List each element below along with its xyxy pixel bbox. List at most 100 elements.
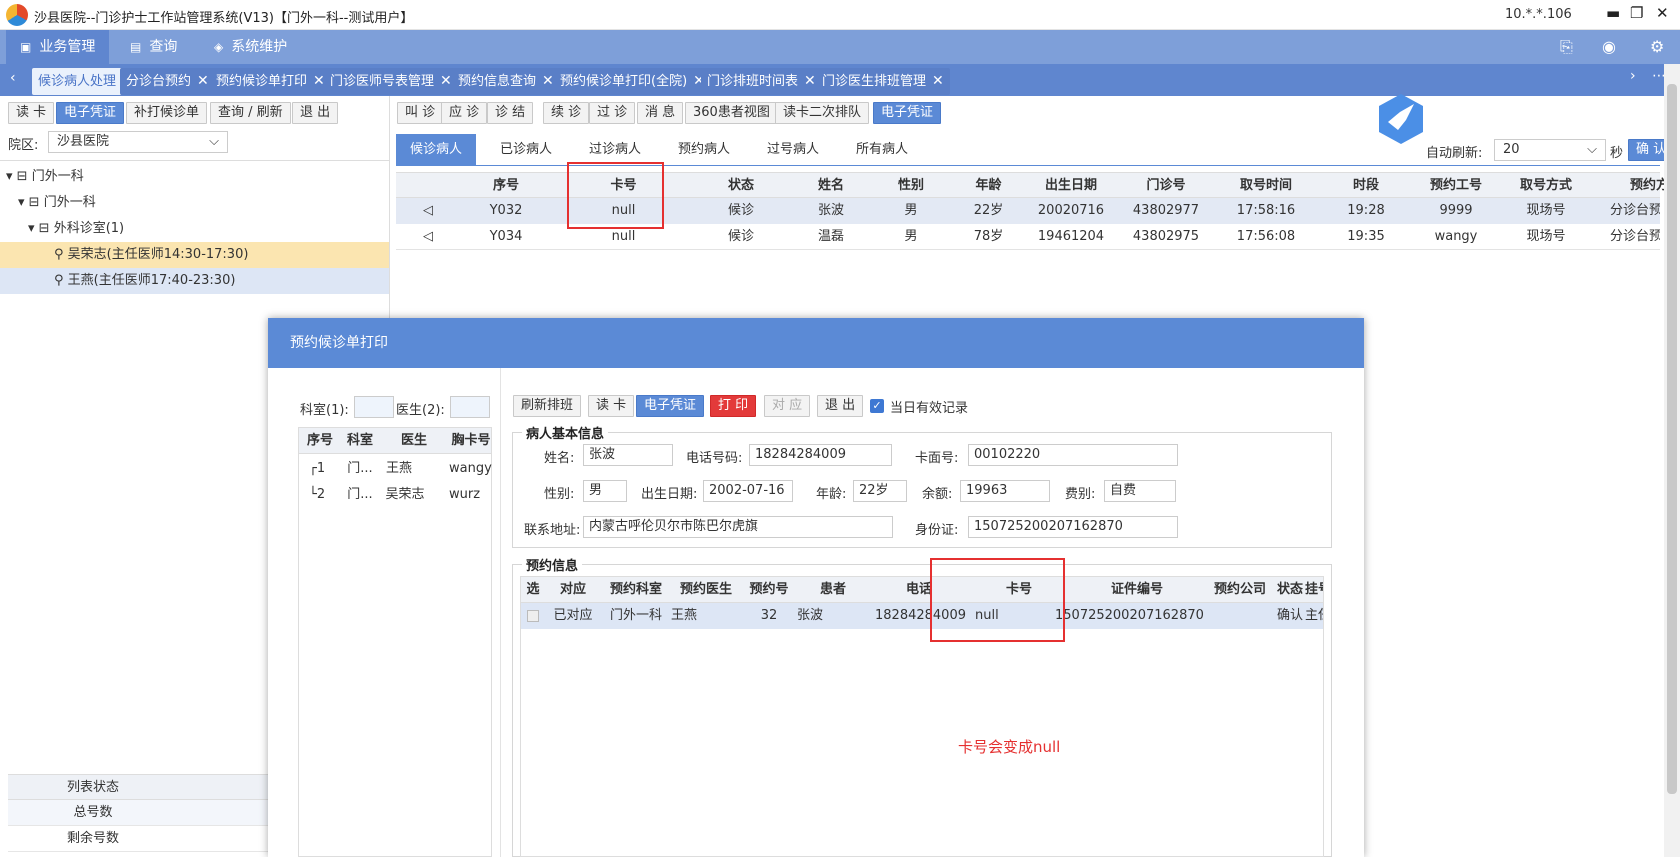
balance-field[interactable]: 19963: [960, 480, 1050, 502]
tab-appt-print-all[interactable]: 预约候诊单打印(全院) ✕: [554, 68, 711, 95]
menu-query[interactable]: ▤ 查询: [116, 30, 191, 64]
tree-node-doctor-2[interactable]: ⚲ 王燕(主任医师17:40-23:30): [0, 268, 389, 294]
exit-button[interactable]: 退 出: [292, 102, 339, 124]
patient-360-button[interactable]: 360患者视图: [685, 102, 778, 124]
birth-label: 出生日期:: [641, 487, 698, 502]
tab-waiting[interactable]: 候诊病人: [396, 134, 477, 165]
tab-expired[interactable]: 过号病人: [753, 134, 833, 165]
header-cell: 预约工号: [1429, 178, 1482, 193]
menu-system[interactable]: ◈ 系统维护: [200, 30, 301, 64]
speaker-icon[interactable]: ◁: [418, 198, 438, 224]
checkbox-box[interactable]: [527, 609, 539, 622]
business-icon: ▣: [20, 40, 32, 54]
close-icon[interactable]: ✕: [932, 73, 944, 89]
tab-appt-query[interactable]: 预约信息查询 ✕: [452, 68, 560, 95]
header-cell: 时段: [1352, 178, 1379, 193]
tab-seen[interactable]: 已诊病人: [486, 134, 566, 165]
speaker-icon[interactable]: ◁: [418, 224, 438, 249]
call-button[interactable]: 叫 诊: [397, 102, 444, 124]
tab-scroll-left-icon[interactable]: ‹: [10, 70, 16, 86]
header-cell: 预约科室: [609, 582, 662, 597]
tab-shift-timetable[interactable]: 门诊排班时间表 ✕: [701, 68, 822, 95]
gear-icon[interactable]: ⚙: [1650, 37, 1664, 56]
birth-field[interactable]: 2002-07-16: [703, 480, 793, 502]
name-field[interactable]: 张波: [583, 444, 673, 466]
refresh-schedule-button[interactable]: 刷新排班: [513, 395, 582, 417]
tab-appt-print[interactable]: 预约候诊单打印 ✕: [210, 68, 331, 95]
exit-button[interactable]: 退 出: [817, 395, 864, 417]
requeue-button[interactable]: 读卡二次排队: [775, 102, 870, 124]
query-refresh-button[interactable]: 查询 / 刷新: [210, 102, 291, 124]
close-icon[interactable]: ✕: [542, 73, 554, 89]
e-voucher-button[interactable]: 电子凭证: [636, 395, 705, 417]
close-icon[interactable]: ✕: [804, 73, 816, 89]
hospital-logo-icon: [6, 4, 28, 26]
header-cell: 预约号: [749, 582, 789, 597]
close-icon[interactable]: ✕: [197, 73, 209, 89]
accept-button[interactable]: 应 诊: [441, 102, 488, 124]
close-icon[interactable]: ✕: [313, 73, 325, 89]
card-face-label: 卡面号:: [915, 451, 959, 466]
query-icon: ▤: [130, 40, 142, 54]
continue-button[interactable]: 续 诊: [543, 102, 590, 124]
close-icon[interactable]: ✕: [440, 73, 452, 89]
menu-business[interactable]: ▣ 业务管理: [6, 30, 110, 64]
fee-type-field[interactable]: 自费: [1104, 480, 1176, 502]
message-button[interactable]: 消 息: [637, 102, 684, 124]
valid-today-checkbox[interactable]: ✓: [870, 399, 884, 413]
list-item[interactable]: └2 门... 吴荣志 wurz: [299, 482, 491, 508]
restore-icon[interactable]: ❐: [1630, 4, 1643, 22]
card-face-field[interactable]: 00102220: [968, 444, 1178, 466]
age-field[interactable]: 22岁: [853, 480, 907, 502]
refresh-interval-select[interactable]: 20 ⌵: [1494, 139, 1606, 161]
tab-passed[interactable]: 过诊病人: [575, 134, 655, 165]
eye-icon[interactable]: ◉: [1602, 37, 1616, 56]
annotation-text: 卡号会变成null: [958, 738, 1061, 756]
row-cell: 19:28: [1347, 203, 1385, 218]
document-icon[interactable]: ⎘: [1560, 37, 1573, 57]
phone-field[interactable]: 18284284009: [749, 444, 892, 466]
doctor-input[interactable]: [450, 396, 490, 418]
tab-shift-management[interactable]: 门诊医生排班管理 ✕: [816, 68, 950, 95]
tab-scroll-right-icon[interactable]: ›: [1630, 68, 1636, 84]
reprint-waiting-button[interactable]: 补打候诊单: [126, 102, 208, 124]
gender-field[interactable]: 男: [583, 480, 627, 502]
collapse-icon[interactable]: ▾ ⊟: [18, 195, 44, 210]
tree-node-doctor-1[interactable]: ⚲ 吴荣志(主任医师14:30-17:30): [0, 242, 389, 268]
tree-label: 门外一科: [31, 169, 84, 184]
tree-branch: ┌1: [309, 461, 326, 476]
dept-input[interactable]: [354, 396, 394, 418]
tab-triage-appointment[interactable]: 分诊台预约 ✕: [120, 68, 215, 95]
e-voucher-button[interactable]: 电子凭证: [56, 102, 125, 124]
finish-button[interactable]: 诊 结: [487, 102, 534, 124]
scrollbar[interactable]: [1664, 64, 1680, 857]
tab-all[interactable]: 所有病人: [842, 134, 922, 165]
tab-appointment[interactable]: 预约病人: [664, 134, 744, 165]
confirm-button[interactable]: 确 认: [1628, 139, 1668, 161]
table-row[interactable]: 已对应 门外一科 王燕 32 张波 18284284009 null 15072…: [521, 603, 1323, 629]
scrollbar-thumb[interactable]: [1667, 84, 1677, 794]
e-voucher-button[interactable]: 电子凭证: [873, 102, 942, 124]
tree-node-subdept[interactable]: ▾ ⊟ 门外一科: [0, 190, 389, 216]
match-button[interactable]: 对 应: [764, 395, 811, 417]
row-cell: [1205, 603, 1275, 629]
close-icon[interactable]: ✕: [1656, 4, 1669, 22]
collapse-icon[interactable]: ▾ ⊟: [6, 169, 32, 184]
pass-button[interactable]: 过 诊: [589, 102, 636, 124]
tree-node-room[interactable]: ▾ ⊟ 外科诊室(1): [0, 216, 389, 242]
address-field[interactable]: 内蒙古呼伦贝尔市陈巴尔虎旗: [583, 516, 893, 538]
read-card-button[interactable]: 读 卡: [588, 395, 635, 417]
list-item[interactable]: ┌1 门... 王燕 wangy: [299, 456, 492, 482]
print-button[interactable]: 打 印: [710, 395, 757, 417]
tree-node-dept[interactable]: ▾ ⊟ 门外一科: [0, 164, 389, 190]
collapse-icon[interactable]: ▾ ⊟: [28, 221, 54, 236]
row-cell: 候诊: [727, 229, 754, 244]
tab-doctor-schedule[interactable]: 门诊医师号表管理 ✕: [324, 68, 458, 95]
id-card-field[interactable]: 150725200207162870: [968, 516, 1178, 538]
read-card-button[interactable]: 读 卡: [8, 102, 55, 124]
minimize-icon[interactable]: ▬: [1606, 4, 1620, 22]
campus-select[interactable]: 沙县医院 ⌵: [48, 131, 228, 153]
patient-info-legend: 病人基本信息: [522, 423, 609, 442]
tab-waiting-patients[interactable]: 候诊病人处理: [32, 68, 123, 95]
row-select-checkbox[interactable]: [527, 603, 539, 629]
